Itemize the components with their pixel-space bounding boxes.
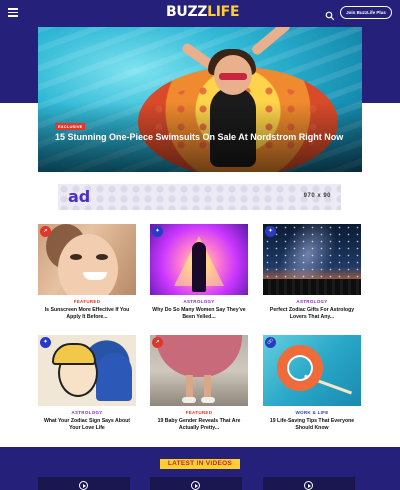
logo-buzz: BUZZ <box>166 4 208 20</box>
logo-life: LIFE <box>207 4 240 20</box>
new-icon: ✦ <box>40 337 51 348</box>
article-title[interactable]: 19 Life-Saving Tips That Everyone Should… <box>263 418 361 432</box>
article-title[interactable]: What Your Zodiac Sign Says About Your Lo… <box>38 418 136 432</box>
video-thumbnail[interactable] <box>150 477 242 490</box>
ad-banner[interactable]: ad 970 x 90 <box>58 184 341 210</box>
play-icon[interactable] <box>304 481 313 490</box>
new-icon: ✦ <box>265 226 276 237</box>
search-icon[interactable] <box>325 8 335 21</box>
video-thumbnail[interactable] <box>38 477 130 490</box>
article-category[interactable]: WORK & LIFE <box>263 410 361 415</box>
article-title[interactable]: Perfect Zodiac Gifts For Astrology Lover… <box>263 307 361 321</box>
hero-tag: EXCLUSIVE <box>55 123 86 130</box>
article-thumbnail[interactable] <box>150 335 248 406</box>
article-thumbnail[interactable] <box>38 224 136 295</box>
article-title[interactable]: Is Sunscreen More Effective If You Apply… <box>38 307 136 321</box>
article-title[interactable]: Why Do So Many Women Say They've Been Ye… <box>150 307 248 321</box>
article-category[interactable]: ASTROLOGY <box>263 299 361 304</box>
play-icon[interactable] <box>191 481 200 490</box>
videos-heading: LATEST IN VIDEOS <box>160 459 240 469</box>
hero-title[interactable]: 15 Stunning One-Piece Swimsuits On Sale … <box>55 131 355 143</box>
article-thumbnail[interactable] <box>38 335 136 406</box>
video-thumbnail[interactable] <box>263 477 355 490</box>
article-category[interactable]: FEATURED <box>150 410 248 415</box>
article-category[interactable]: ASTROLOGY <box>38 410 136 415</box>
article-title[interactable]: 19 Baby Gender Reveals That Are Actually… <box>150 418 248 432</box>
article-thumbnail[interactable] <box>150 224 248 295</box>
trending-icon: ↗ <box>40 226 51 237</box>
trending-icon: ↗ <box>152 337 163 348</box>
hero-article[interactable]: EXCLUSIVE 15 Stunning One-Piece Swimsuit… <box>38 27 362 172</box>
site-header: BUZZLIFE Join BuzzLife Plus <box>0 0 400 26</box>
article-category[interactable]: FEATURED <box>38 299 136 304</box>
article-thumbnail[interactable] <box>263 335 361 406</box>
new-icon: ✦ <box>152 226 163 237</box>
site-logo[interactable]: BUZZLIFE <box>166 4 240 20</box>
ad-size-label: 970 x 90 <box>303 193 331 199</box>
play-icon[interactable] <box>79 481 88 490</box>
article-thumbnail[interactable] <box>263 224 361 295</box>
link-icon: 🔗 <box>265 337 276 348</box>
ad-logo: ad <box>68 187 91 206</box>
menu-icon[interactable] <box>8 8 18 17</box>
join-plus-button[interactable]: Join BuzzLife Plus <box>340 6 392 19</box>
article-category[interactable]: ASTROLOGY <box>150 299 248 304</box>
